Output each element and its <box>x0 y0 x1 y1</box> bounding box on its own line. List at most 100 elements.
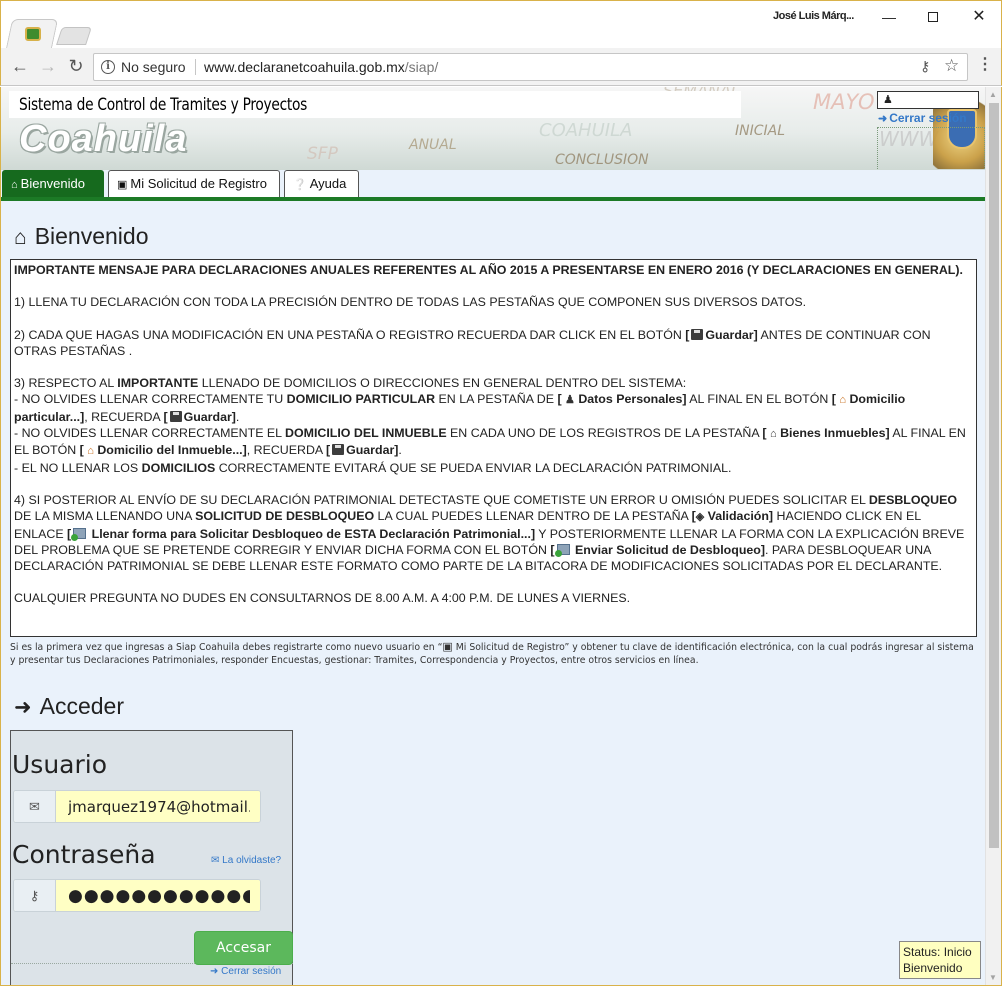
tab-label: Bienvenido <box>20 176 85 191</box>
home-icon: ⌂ <box>14 226 27 249</box>
sign-in-icon: ➜ <box>14 696 32 719</box>
save-icon <box>332 444 345 456</box>
notice-item-2: 2) CADA QUE HAGAS UNA MODIFICACIÓN EN UN… <box>14 327 931 358</box>
tab-ayuda[interactable]: ❔ Ayuda <box>284 170 359 197</box>
maximize-icon <box>928 12 938 22</box>
browser-profile-name[interactable]: José Luis Márq... <box>773 10 854 22</box>
key-icon: ⚷ <box>14 880 56 911</box>
notice-text: DE LA MISMA LLENANDO UNA <box>14 509 196 524</box>
forward-button[interactable]: → <box>37 56 59 78</box>
logout-link-login[interactable]: ➜ Cerrar sesión <box>210 966 281 977</box>
back-button[interactable]: ← <box>9 56 31 78</box>
notice-item-3: 3) RESPECTO AL IMPORTANTE LLENADO DE DOM… <box>14 376 966 475</box>
notice-text: - EL NO LLENAR LOS <box>14 460 142 475</box>
welcome-heading: ⌂ Bienvenido <box>14 223 149 250</box>
sitemap-icon: ◈ <box>695 511 705 524</box>
tab-label: Mi Solicitud de Registro <box>130 176 267 191</box>
banner-watermark: CONCLUSION <box>555 152 649 168</box>
house-icon: ⌂ <box>87 445 94 458</box>
close-window-button[interactable]: ✕ <box>967 7 991 27</box>
notice-text: 4) SI POSTERIOR AL ENVÍO DE SU DECLARACI… <box>14 492 869 507</box>
browser-titlebar: José Luis Márq... — ✕ <box>0 0 1002 49</box>
cube-icon: ▣ <box>442 640 453 653</box>
site-header-banner: SEMANAL MAYO COAHUILA ANUAL INICIAL CONC… <box>1 87 985 170</box>
url-text[interactable]: www.declaranetcoahuila.gob.mx/siap/ <box>204 59 438 75</box>
page-viewport: SEMANAL MAYO COAHUILA ANUAL INICIAL CONC… <box>0 87 1002 986</box>
new-tab-button[interactable] <box>56 27 92 45</box>
login-heading-text: Acceder <box>39 693 124 719</box>
browser-menu-icon[interactable]: ⋮ <box>977 54 993 74</box>
notice-emphasis: DOMICILIO DEL INMUEBLE <box>285 426 447 441</box>
forgot-password-label: La olvidaste? <box>222 855 282 866</box>
security-label[interactable]: No seguro <box>121 59 186 75</box>
notice-emphasis: DOMICILIO PARTICULAR <box>286 392 436 407</box>
maximize-button[interactable] <box>921 7 945 27</box>
status-line: Status: Inicio <box>903 945 972 959</box>
form-icon <box>554 543 570 557</box>
site-favicon-icon <box>25 27 41 41</box>
login-button[interactable]: Accesar <box>194 931 293 965</box>
important-notice: IMPORTANTE MENSAJE PARA DECLARACIONES AN… <box>10 259 977 637</box>
tab-label: Ayuda <box>309 176 347 191</box>
key-icon[interactable]: ⚷ <box>920 58 930 75</box>
reload-button[interactable]: ↻ <box>65 56 87 78</box>
page-scrollbar[interactable]: ▲ ▼ <box>985 87 1001 985</box>
notice-text: - NO OLVIDES LLENAR CORRECTAMENTE TU <box>14 392 287 407</box>
notice-emphasis: SOLICITUD DE DESBLOQUEO <box>195 509 375 524</box>
hint-tab-ref: Mi Solicitud de Registro <box>452 642 565 653</box>
scroll-down-arrow-icon[interactable]: ▼ <box>989 973 997 982</box>
notice-item-5: CUALQUIER PREGUNTA NO DUDES EN CONSULTAR… <box>14 591 631 606</box>
notice-emphasis: DESBLOQUEO <box>868 492 957 507</box>
user-icon: ♟ <box>565 394 575 407</box>
logout-link-label: Cerrar sesión <box>889 111 967 125</box>
notice-emphasis: IMPORTANTE <box>117 376 199 391</box>
notice-tab-ref: Bienes Inmuebles <box>780 426 886 441</box>
hint-text: Si es la primera vez que ingresas a Siap… <box>10 642 443 653</box>
banner-watermark: MAYO <box>813 90 875 114</box>
notice-text: , RECUERDA <box>246 443 326 458</box>
notice-text: AL FINAL EN EL BOTÓN <box>686 392 832 407</box>
logout-link-header[interactable]: ➜ Cerrar sesión <box>878 111 967 125</box>
envelope-icon: ✉ <box>14 791 56 822</box>
logout-link-label: Cerrar sesión <box>221 966 282 977</box>
password-input[interactable] <box>57 880 260 911</box>
user-box[interactable]: ♟ <box>877 91 979 109</box>
main-tabs: ⌂ Bienvenido ▣ Mi Solicitud de Registro ❔ A… <box>1 170 985 198</box>
notice-text: CORRECTAMENTE EVITARÁ QUE SE PUEDA ENVIA… <box>215 460 732 475</box>
tab-bienvenido[interactable]: ⌂ Bienvenido <box>2 170 104 197</box>
minimize-button[interactable]: — <box>877 7 901 27</box>
status-box: Status: Inicio Bienvenido <box>899 941 981 979</box>
header-dotted-area <box>877 127 985 170</box>
address-bar[interactable]: i No seguro www.declaranetcoahuila.gob.m… <box>93 53 968 81</box>
scroll-thumb[interactable] <box>989 103 999 848</box>
sign-out-icon: ➜ <box>210 966 219 977</box>
notice-text: EN LA PESTAÑA DE <box>435 392 558 407</box>
notice-tab-ref: Datos Personales <box>578 392 683 407</box>
banner-watermark: ANUAL <box>409 137 457 153</box>
forgot-password-link[interactable]: ✉ La olvidaste? <box>211 855 281 866</box>
question-circle-icon: ❔ <box>293 179 307 191</box>
registration-hint: Si es la primera vez que ingresas a Siap… <box>10 640 978 667</box>
sign-out-icon: ➜ <box>878 113 888 125</box>
browser-toolbar: ← → ↻ i No seguro www.declaranetcoahuila… <box>0 48 1002 86</box>
banner-watermark: INICIAL <box>735 123 786 139</box>
username-input-group: ✉ <box>13 790 261 823</box>
bookmark-star-icon[interactable]: ☆ <box>944 56 959 76</box>
notice-text: LLENADO DE DOMICILIOS O DIRECCIONES EN G… <box>198 376 687 391</box>
building-icon: ⌂ <box>770 428 777 441</box>
tab-mi-solicitud-de-registro[interactable]: ▣ Mi Solicitud de Registro <box>108 170 280 197</box>
system-title: Sistema de Control de Tramites y Proyect… <box>19 95 308 115</box>
notice-link-ref: Llenar forma para Solicitar Desbloqueo d… <box>91 526 531 541</box>
info-icon[interactable]: i <box>101 60 115 74</box>
password-input-group: ⚷ <box>13 879 261 912</box>
tabs-underline <box>1 197 985 201</box>
notice-text: 2) CADA QUE HAGAS UNA MODIFICACIÓN EN UN… <box>14 327 686 342</box>
notice-emphasis: DOMICILIOS <box>141 460 216 475</box>
notice-button-ref: Domicilio del Inmueble... <box>97 443 243 458</box>
password-label: Contraseña <box>12 840 156 869</box>
url-separator <box>195 59 196 75</box>
envelope-icon: ✉ <box>211 855 220 866</box>
notice-item-4: 4) SI POSTERIOR AL ENVÍO DE SU DECLARACI… <box>14 492 965 574</box>
scroll-up-arrow-icon[interactable]: ▲ <box>989 90 997 99</box>
username-input[interactable] <box>57 791 260 822</box>
